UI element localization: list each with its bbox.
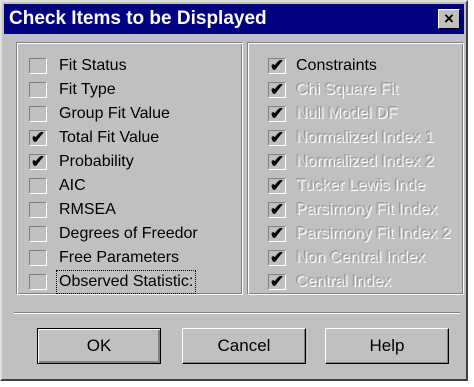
check-mark-icon: ✔ (269, 224, 285, 243)
checkbox-label: Normalized Index 1 (296, 129, 434, 146)
checkbox-label: Chi Square Fit (296, 81, 399, 98)
left-option-item[interactable]: ✔ Probability (29, 151, 239, 173)
left-option-item[interactable]: Observed Statistic: (29, 270, 239, 294)
checkbox-label: Tucker Lewis Inde (296, 177, 426, 194)
checkbox-label: Null Model DF (296, 105, 398, 122)
check-mark-icon: ✔ (269, 104, 285, 123)
right-option-item: ✔ Normalized Index 2 (268, 151, 463, 173)
left-option-item[interactable]: ✔ Total Fit Value (29, 127, 239, 149)
check-mark-icon: ✔ (269, 248, 285, 267)
left-option-item[interactable]: Degrees of Freedor (29, 223, 239, 245)
check-mark-icon: ✔ (269, 128, 285, 147)
right-option-item: ✔ Parsimony Fit Index 2 (268, 223, 463, 245)
left-option-item[interactable]: Fit Status (29, 55, 239, 77)
left-option-item[interactable]: AIC (29, 175, 239, 197)
checkbox[interactable] (29, 202, 47, 218)
check-mark-icon: ✔ (269, 272, 285, 291)
right-options-group: ✔ Constraints ✔ Chi Square Fit ✔ Null Model D… (247, 42, 464, 295)
checkbox-label: Group Fit Value (59, 105, 170, 122)
checkbox-label: Free Parameters (59, 249, 180, 266)
left-option-item[interactable]: RMSEA (29, 199, 239, 221)
checkbox-label: Fit Status (59, 57, 127, 74)
check-mark-icon: ✔ (30, 128, 46, 147)
checkbox[interactable]: ✔ (29, 152, 47, 171)
checkbox[interactable] (29, 106, 47, 122)
right-option-item: ✔ Central Index (268, 271, 463, 293)
checkbox-label: Parsimony Fit Index (296, 201, 438, 218)
checkbox[interactable] (29, 250, 47, 266)
check-items-dialog: Check Items to be Displayed × Fit Status… (0, 0, 468, 381)
checkbox: ✔ (268, 200, 286, 219)
close-icon: × (444, 9, 454, 28)
left-option-item[interactable]: Group Fit Value (29, 103, 239, 125)
checkbox: ✔ (268, 152, 286, 171)
checkbox-label: Degrees of Freedor (59, 225, 198, 242)
right-option-item: ✔ Non Central Index (268, 247, 463, 269)
right-option-item: ✔ Tucker Lewis Inde (268, 175, 463, 197)
check-mark-icon: ✔ (269, 80, 285, 99)
checkbox[interactable]: ✔ (268, 56, 286, 75)
checkbox[interactable] (29, 226, 47, 242)
checkbox: ✔ (268, 80, 286, 99)
ok-button[interactable]: OK (37, 328, 161, 364)
checkbox-label: Probability (59, 153, 134, 170)
check-mark-icon: ✔ (269, 56, 285, 75)
checkbox-label: Non Central Index (296, 249, 425, 266)
check-mark-icon: ✔ (269, 176, 285, 195)
left-option-item[interactable]: Fit Type (29, 79, 239, 101)
title-bar[interactable]: Check Items to be Displayed × (4, 4, 464, 34)
close-button[interactable]: × (438, 9, 460, 29)
checkbox[interactable] (29, 82, 47, 98)
checkbox: ✔ (268, 176, 286, 195)
left-option-item[interactable]: Free Parameters (29, 247, 239, 269)
checkbox: ✔ (268, 104, 286, 123)
checkbox-label: Observed Statistic: (55, 270, 197, 294)
dialog-title: Check Items to be Displayed (9, 8, 267, 29)
right-option-item: ✔ Null Model DF (268, 103, 463, 125)
check-mark-icon: ✔ (269, 200, 285, 219)
separator (14, 312, 460, 314)
check-mark-icon: ✔ (30, 152, 46, 171)
right-option-item: ✔ Chi Square Fit (268, 79, 463, 101)
checkbox: ✔ (268, 272, 286, 291)
right-option-item: ✔ Normalized Index 1 (268, 127, 463, 149)
checkbox-label: Parsimony Fit Index 2 (296, 225, 451, 242)
checkbox-label: Fit Type (59, 81, 116, 98)
right-option-item: ✔ Parsimony Fit Index (268, 199, 463, 221)
checkbox: ✔ (268, 248, 286, 267)
checkbox[interactable] (29, 178, 47, 194)
checkbox: ✔ (268, 224, 286, 243)
checkbox-label: Central Index (296, 273, 392, 290)
right-option-item[interactable]: ✔ Constraints (268, 55, 463, 77)
check-mark-icon: ✔ (269, 152, 285, 171)
checkbox[interactable]: ✔ (29, 128, 47, 147)
checkbox-label: Total Fit Value (59, 129, 160, 146)
checkbox-label: Constraints (296, 57, 377, 74)
checkbox-label: AIC (59, 177, 86, 194)
checkbox[interactable] (29, 58, 47, 74)
checkbox[interactable] (29, 274, 47, 290)
checkbox-label: RMSEA (59, 201, 116, 218)
help-button[interactable]: Help (325, 328, 449, 364)
left-options-group: Fit Status Fit Type Group Fit Value ✔ Total … (16, 42, 243, 295)
checkbox-label: Normalized Index 2 (296, 153, 434, 170)
cancel-button[interactable]: Cancel (182, 328, 306, 364)
checkbox: ✔ (268, 128, 286, 147)
